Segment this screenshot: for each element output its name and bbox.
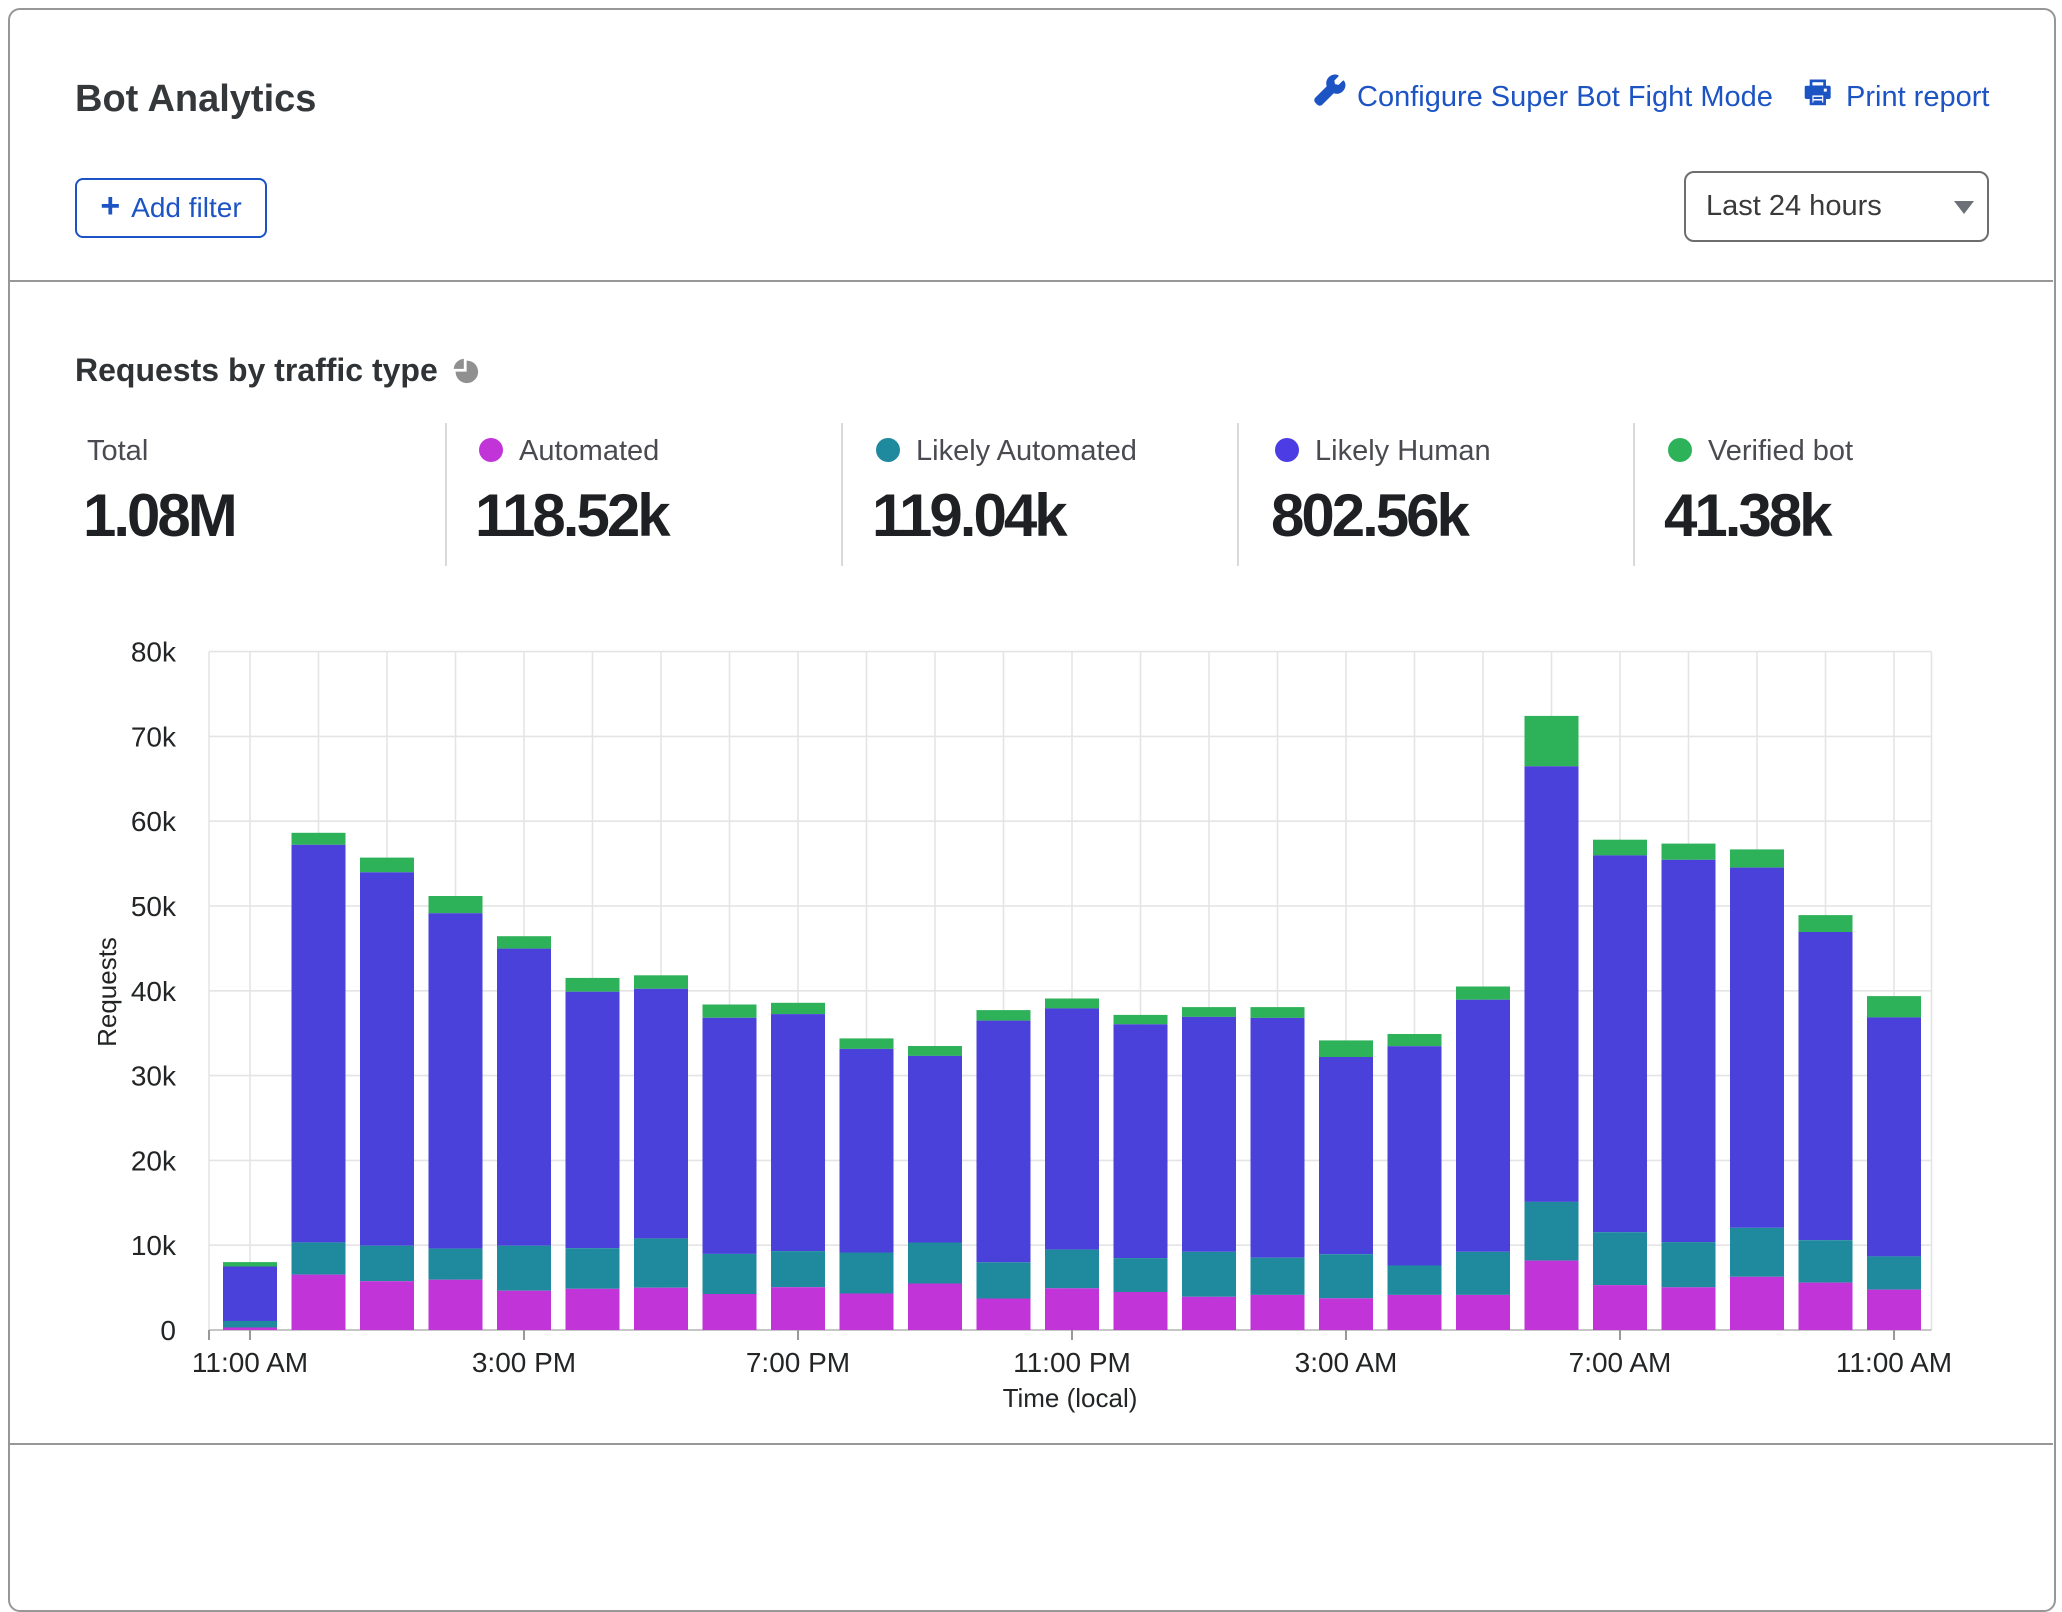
svg-text:70k: 70k	[131, 721, 177, 752]
svg-text:11:00 PM: 11:00 PM	[1013, 1347, 1131, 1378]
svg-text:30k: 30k	[131, 1061, 177, 1092]
svg-text:3:00 AM: 3:00 AM	[1295, 1347, 1398, 1378]
svg-text:50k: 50k	[131, 891, 177, 922]
svg-text:40k: 40k	[131, 976, 177, 1007]
svg-text:20k: 20k	[131, 1145, 177, 1176]
svg-text:10k: 10k	[131, 1230, 177, 1261]
svg-text:Time (local): Time (local)	[1003, 1383, 1138, 1413]
svg-text:Requests: Requests	[92, 937, 122, 1047]
svg-text:7:00 PM: 7:00 PM	[746, 1347, 850, 1378]
svg-text:11:00 AM: 11:00 AM	[1836, 1347, 1952, 1378]
svg-text:60k: 60k	[131, 806, 177, 837]
svg-text:7:00 AM: 7:00 AM	[1569, 1347, 1672, 1378]
svg-text:0: 0	[160, 1315, 176, 1346]
svg-text:80k: 80k	[131, 637, 177, 668]
svg-text:11:00 AM: 11:00 AM	[192, 1347, 308, 1378]
svg-text:3:00 PM: 3:00 PM	[472, 1347, 576, 1378]
